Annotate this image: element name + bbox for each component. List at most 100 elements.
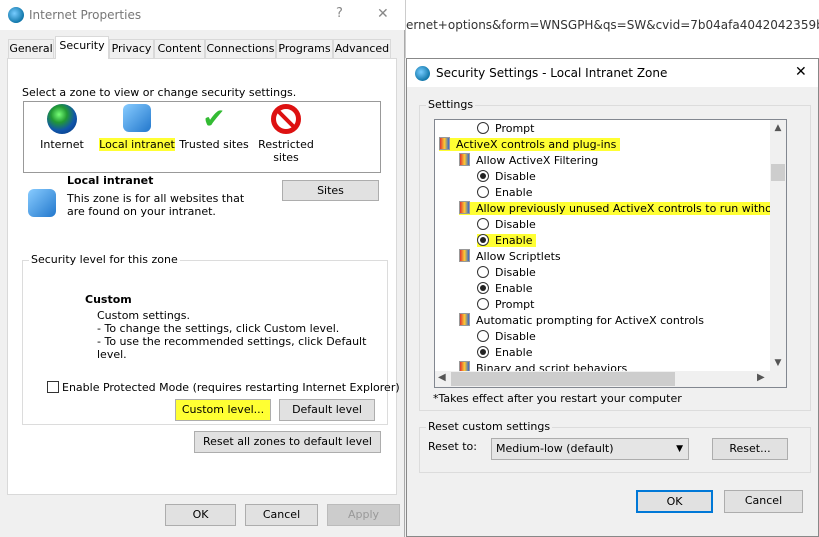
globe-icon [8, 7, 24, 23]
setting-label: Disable [495, 170, 536, 183]
checkbox-label: Enable Protected Mode (requires restarti… [62, 381, 400, 394]
setting-radio[interactable]: Disable [477, 169, 540, 185]
setting-label: Enable [495, 186, 533, 199]
tab-advanced[interactable]: Advanced [333, 39, 391, 58]
radio-button[interactable] [477, 298, 489, 310]
setting-radio[interactable]: Disable [477, 329, 540, 345]
setting-radio[interactable]: Disable [477, 265, 540, 281]
radio-button[interactable] [477, 122, 489, 134]
radio-button[interactable] [477, 346, 489, 358]
reset-group: Reset custom settings Reset to: Medium-l… [419, 420, 811, 473]
cancel-button[interactable]: Cancel [724, 490, 803, 513]
title-bar: Internet Properties ? ✕ [0, 0, 405, 30]
level-line: - To use the recommended settings, click… [97, 335, 367, 361]
no-entry-icon [271, 104, 301, 134]
security-shield-icon [459, 313, 470, 326]
ok-button[interactable]: OK [636, 490, 713, 513]
internet-properties-dialog: Internet Properties ? ✕ General Security… [0, 0, 405, 537]
setting-label: Enable [495, 234, 533, 247]
security-shield-icon [459, 249, 470, 262]
title-bar: Security Settings - Local Intranet Zone … [407, 59, 818, 87]
scroll-right-arrow[interactable]: ▶ [757, 372, 765, 383]
browser-background: ernet+options&form=WNSGPH&qs=SW&cvid=7b0… [405, 0, 819, 58]
radio-button[interactable] [477, 218, 489, 230]
setting-label: ActiveX controls and plug-ins [456, 138, 617, 151]
zone-restricted-sites[interactable]: Restricted sites [256, 104, 316, 164]
scroll-up-arrow[interactable]: ▲ [770, 120, 786, 136]
cancel-button[interactable]: Cancel [245, 504, 318, 526]
setting-radio[interactable]: Enable [477, 345, 536, 361]
setting-radio[interactable]: Disable [477, 217, 540, 233]
level-line: - To change the settings, click Custom l… [97, 322, 340, 335]
radio-button[interactable] [477, 170, 489, 182]
intranet-computer-icon [123, 104, 151, 132]
zone-label: Local intranet [99, 138, 175, 151]
setting-category: ActiveX controls and plug-ins [439, 137, 621, 153]
close-button[interactable]: ✕ [795, 64, 807, 80]
scroll-thumb[interactable] [451, 372, 675, 386]
vertical-scrollbar[interactable]: ▲ ▼ [770, 120, 786, 371]
level-line: Custom settings. [97, 309, 191, 322]
group-label: Settings [426, 98, 476, 111]
tab-security[interactable]: Security [55, 36, 109, 59]
reset-button[interactable]: Reset... [712, 438, 788, 460]
setting-radio[interactable]: Prompt [477, 121, 538, 137]
radio-button[interactable] [477, 234, 489, 246]
scroll-thumb[interactable] [771, 164, 785, 181]
reset-to-select[interactable]: Medium-low (default) ▼ [491, 438, 689, 460]
zone-list: Internet Local intranet ✔ Trusted sites … [23, 101, 381, 173]
address-bar[interactable]: ernet+options&form=WNSGPH&qs=SW&cvid=7b0… [406, 18, 819, 32]
help-button[interactable]: ? [336, 6, 343, 21]
radio-button[interactable] [477, 186, 489, 198]
intranet-computer-icon [28, 189, 56, 217]
setting-radio[interactable]: Enable [477, 185, 536, 201]
setting-label: Enable [495, 346, 533, 359]
setting-label: Prompt [495, 298, 535, 311]
close-button[interactable]: ✕ [377, 6, 389, 22]
reset-all-zones-button[interactable]: Reset all zones to default level [194, 431, 381, 453]
zone-title: Local intranet [67, 174, 154, 187]
dialog-title: Internet Properties [29, 8, 142, 22]
security-level-group: Security level for this zone Custom Cust… [22, 253, 400, 425]
zone-internet[interactable]: Internet [34, 104, 90, 151]
zone-label: Restricted sites [258, 138, 314, 164]
sites-button[interactable]: Sites [282, 180, 379, 201]
radio-button[interactable] [477, 282, 489, 294]
scroll-left-arrow[interactable]: ◀ [438, 372, 446, 383]
security-shield-icon [439, 137, 450, 150]
reset-to-label: Reset to: [428, 440, 477, 453]
security-tab-panel: Select a zone to view or change security… [7, 58, 400, 495]
tab-privacy[interactable]: Privacy [109, 39, 154, 58]
tab-connections[interactable]: Connections [205, 39, 276, 58]
setting-setting: Allow ActiveX Filtering [459, 153, 602, 169]
protected-mode-checkbox[interactable]: Enable Protected Mode (requires restarti… [47, 381, 400, 394]
setting-radio[interactable]: Prompt [477, 297, 538, 313]
security-shield-icon [459, 201, 470, 214]
zone-label: Trusted sites [179, 138, 249, 151]
default-level-button[interactable]: Default level [279, 399, 375, 421]
scroll-down-arrow[interactable]: ▼ [770, 355, 786, 371]
setting-radio[interactable]: Enable [477, 233, 537, 249]
apply-button[interactable]: Apply [327, 504, 400, 526]
radio-button[interactable] [477, 330, 489, 342]
setting-label: Disable [495, 266, 536, 279]
tab-content[interactable]: Content [154, 39, 205, 58]
globe-icon [415, 66, 430, 81]
settings-list[interactable]: Prompt ActiveX controls and plug-ins Allow… [434, 119, 787, 388]
tab-programs[interactable]: Programs [276, 39, 333, 58]
group-label: Reset custom settings [426, 420, 553, 433]
setting-label: Allow ActiveX Filtering [476, 154, 599, 167]
custom-level-button[interactable]: Custom level... [175, 399, 271, 421]
level-title: Custom [85, 293, 132, 306]
tab-general[interactable]: General [8, 39, 54, 58]
ok-button[interactable]: OK [165, 504, 236, 526]
horizontal-scrollbar[interactable]: ◀ ▶ [435, 371, 786, 387]
select-value: Medium-low (default) [496, 442, 614, 455]
zone-trusted-sites[interactable]: ✔ Trusted sites [179, 102, 249, 152]
setting-radio[interactable]: Enable [477, 281, 536, 297]
radio-button[interactable] [477, 266, 489, 278]
zone-local-intranet[interactable]: Local intranet [99, 104, 175, 151]
security-settings-dialog: Security Settings - Local Intranet Zone … [406, 58, 819, 537]
checkmark-icon: ✔ [202, 102, 226, 135]
group-label: Security level for this zone [29, 253, 180, 266]
